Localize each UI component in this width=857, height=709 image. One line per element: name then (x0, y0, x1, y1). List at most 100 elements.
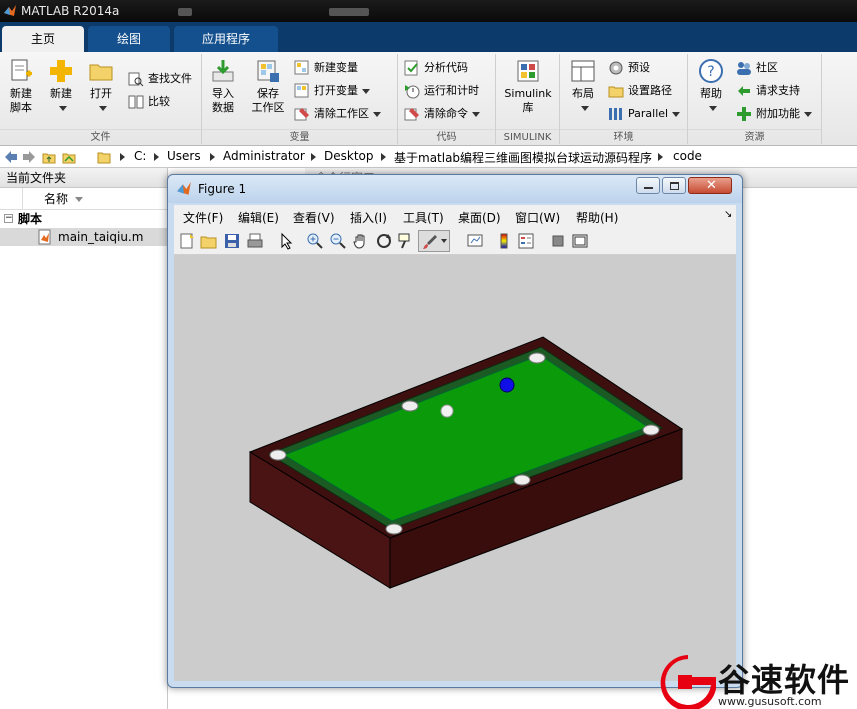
billiard-table-scene[interactable] (174, 255, 736, 681)
addons-icon (737, 107, 751, 121)
figure-canvas[interactable] (174, 255, 736, 681)
figure-toolbar (174, 227, 736, 255)
open-file-icon[interactable] (200, 232, 218, 250)
back-arrow-icon[interactable] (4, 150, 18, 164)
breadcrumb-item[interactable]: C: (134, 149, 146, 163)
menu-edit[interactable]: 编辑(E) (238, 209, 279, 226)
simulink-library-button[interactable]: Simulink 库 (502, 56, 554, 122)
tab-plots[interactable]: 绘图 (88, 26, 170, 52)
layout-icon (571, 60, 595, 82)
clear-workspace-button[interactable]: 清除工作区 (292, 104, 381, 124)
breadcrumb-item[interactable]: Desktop (324, 149, 374, 163)
clear-commands-icon (404, 108, 419, 121)
menu-insert[interactable]: 插入(I) (350, 209, 387, 226)
menu-window[interactable]: 窗口(W) (515, 209, 560, 226)
open-button[interactable]: 打开 (82, 56, 120, 122)
matlab-logo-icon (4, 5, 16, 16)
new-variable-button[interactable]: 新建变量 (292, 58, 358, 78)
new-script-button[interactable]: 新建 脚本 (2, 56, 40, 122)
forward-arrow-icon[interactable] (22, 150, 36, 164)
zoom-out-icon[interactable] (329, 232, 347, 250)
request-support-button[interactable]: 请求支持 (734, 81, 800, 101)
group-label-file: 文件 (0, 129, 201, 144)
pointer-arrow-icon[interactable] (277, 232, 295, 250)
menu-tools[interactable]: 工具(T) (403, 209, 444, 226)
group-label-simulink: SIMULINK (496, 129, 559, 144)
new-script-label-1: 新建 (10, 87, 32, 100)
help-button[interactable]: ? 帮助 (692, 56, 730, 122)
chevron-down-icon (362, 88, 370, 94)
ribbon: 新建 脚本 新建 打开 查找文件 比较 文件 导入 数据 保存 工作区 新建变量… (0, 52, 857, 146)
browse-folder-icon[interactable] (62, 150, 76, 164)
up-folder-icon[interactable] (42, 150, 56, 164)
file-item[interactable]: main_taiqiu.m (0, 228, 167, 246)
parallel-button[interactable]: Parallel (606, 104, 681, 124)
ribbon-group-environment: 布局 预设 设置路径 Parallel 环境 (560, 54, 688, 144)
breadcrumb-item[interactable]: Administrator (223, 149, 305, 163)
run-time-icon (405, 85, 420, 99)
address-bar: C: Users Administrator Desktop 基于matlab编… (0, 146, 857, 168)
maximize-button[interactable] (662, 177, 686, 194)
collapse-icon[interactable]: − (4, 214, 13, 223)
pocket (513, 474, 531, 486)
data-cursor-icon[interactable] (397, 232, 415, 250)
legend-icon[interactable] (517, 232, 535, 250)
preferences-button[interactable]: 预设 (606, 58, 650, 78)
menu-help[interactable]: 帮助(H) (576, 209, 618, 226)
new-button[interactable]: 新建 (42, 56, 80, 122)
parallel-label: Parallel (628, 107, 669, 120)
colorbar-icon[interactable] (495, 232, 513, 250)
analyze-code-button[interactable]: 分析代码 (402, 58, 468, 78)
addons-button[interactable]: 附加功能 (734, 104, 812, 124)
layout-button[interactable]: 布局 (564, 56, 602, 122)
compare-button[interactable]: 比较 (126, 92, 170, 112)
simulink-label-2: 库 (522, 101, 534, 114)
hide-plot-tools-icon[interactable] (549, 232, 567, 250)
set-path-button[interactable]: 设置路径 (606, 81, 672, 101)
minimize-button[interactable] (636, 177, 660, 194)
rotate-3d-icon[interactable] (375, 232, 393, 250)
watermark-logo: 谷速软件 www.gususoft.com (660, 655, 857, 709)
import-label-2: 数据 (212, 101, 234, 114)
set-path-label: 设置路径 (628, 84, 672, 97)
tree-group-label: 脚本 (18, 212, 43, 226)
find-files-button[interactable]: 查找文件 (126, 69, 192, 89)
save-icon[interactable] (223, 232, 241, 250)
folder-icon (97, 152, 111, 164)
tab-home[interactable]: 主页 (2, 26, 84, 52)
support-icon (738, 86, 750, 96)
menubar-chevron-icon[interactable]: ↘ (724, 209, 732, 220)
figure-titlebar[interactable]: Figure 1 ✕ (168, 175, 742, 203)
community-button[interactable]: 社区 (734, 58, 778, 78)
save-workspace-button[interactable]: 保存 工作区 (246, 56, 290, 122)
link-plot-icon[interactable] (466, 232, 484, 250)
run-and-time-button[interactable]: 运行和计时 (402, 81, 479, 101)
show-plot-tools-icon[interactable] (571, 232, 589, 250)
chevron-down-icon (99, 105, 107, 111)
column-header-name[interactable]: 名称 (0, 188, 167, 210)
menu-view[interactable]: 查看(V) (293, 209, 335, 226)
ribbon-group-file: 新建 脚本 新建 打开 查找文件 比较 文件 (0, 54, 202, 144)
pan-hand-icon[interactable] (352, 232, 370, 250)
new-figure-icon[interactable] (178, 232, 196, 250)
menu-file[interactable]: 文件(F) (183, 209, 223, 226)
clear-workspace-icon (294, 108, 309, 121)
tab-apps[interactable]: 应用程序 (174, 26, 278, 52)
print-icon[interactable] (246, 232, 264, 250)
zoom-in-icon[interactable] (306, 232, 324, 250)
tree-group[interactable]: − 脚本 (0, 210, 167, 228)
breadcrumb-item[interactable]: Users (167, 149, 201, 163)
breadcrumb-item[interactable]: 基于matlab编程三维画图模拟台球运动源码程序 (394, 149, 652, 166)
analyze-label: 分析代码 (424, 61, 468, 74)
clear-commands-button[interactable]: 清除命令 (402, 104, 480, 124)
menu-desktop[interactable]: 桌面(D) (458, 209, 501, 226)
import-data-button[interactable]: 导入 数据 (204, 56, 242, 122)
open-label: 打开 (90, 87, 112, 100)
close-button[interactable]: ✕ (688, 177, 732, 194)
simulink-library-icon (517, 60, 539, 82)
figure-title: Figure 1 (198, 182, 247, 196)
brush-tool-button[interactable] (418, 230, 450, 252)
open-variable-button[interactable]: 打开变量 (292, 81, 370, 101)
breadcrumb-separator (311, 153, 316, 161)
breadcrumb-item[interactable]: code (673, 149, 702, 163)
